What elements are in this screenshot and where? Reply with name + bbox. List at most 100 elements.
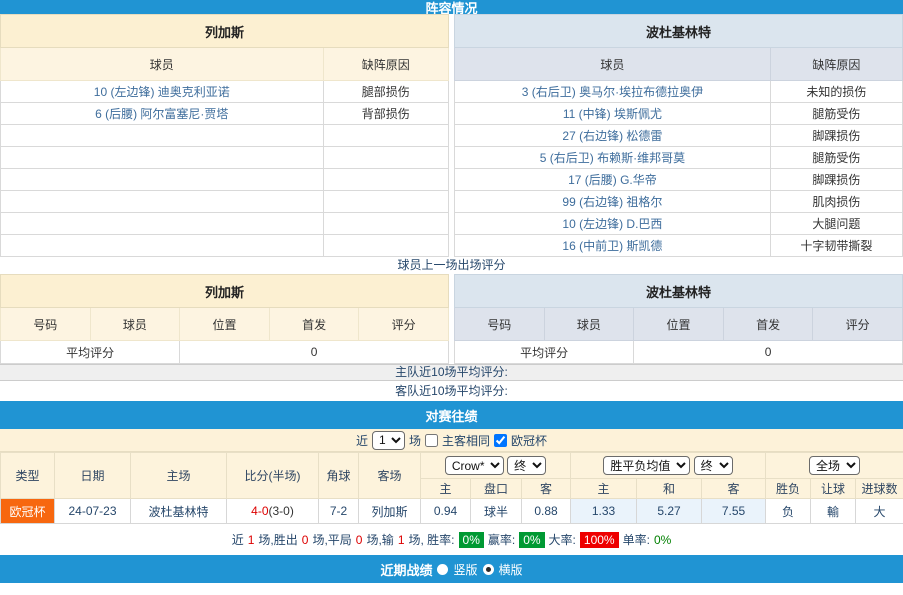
- col-ah-home: 主: [421, 479, 471, 499]
- col-home: 主场: [131, 453, 227, 499]
- table-row: 平均评分 0: [455, 341, 903, 364]
- table-row: 10 (左边锋) 迪奥克利亚诺 腿部损伤: [1, 81, 449, 103]
- col-result-wdl: 胜负: [766, 479, 811, 499]
- cup-label[interactable]: 欧冠杯: [511, 432, 547, 449]
- rounds-unit-label: 场: [409, 432, 421, 449]
- reason-cell: 肌肉损伤: [770, 191, 902, 213]
- horizontal-label[interactable]: 横版: [499, 561, 523, 578]
- reason-cell: 脚踝损伤: [770, 169, 902, 191]
- half-score: (3-0): [269, 504, 294, 518]
- summary-text: 场,输: [366, 531, 393, 548]
- col-number: 号码: [455, 308, 545, 341]
- result-ou: 大: [856, 499, 903, 524]
- reason-cell: [323, 213, 448, 235]
- ratings-tables: 列加斯 号码 球员 位置 首发 评分 平均评分 0 波杜基林特 号码 球员 位置…: [0, 274, 903, 364]
- reason-cell: 腿部损伤: [323, 81, 448, 103]
- player-link[interactable]: 17 (后腰) G.华帝: [568, 173, 657, 187]
- summary-text: 赢率:: [488, 531, 515, 548]
- col-away: 客场: [359, 453, 421, 499]
- ah-final-select[interactable]: 终: [507, 456, 546, 475]
- col-rating: 评分: [813, 308, 903, 341]
- same-venue-label[interactable]: 主客相同: [442, 432, 490, 449]
- home-team-name: 列加斯: [1, 15, 449, 48]
- table-row: [1, 213, 449, 235]
- match-score: 4-0(3-0): [227, 499, 319, 524]
- h2h-title: 对赛往绩: [425, 406, 477, 425]
- summary-text: 场,胜出: [258, 531, 297, 548]
- col-position: 位置: [634, 308, 724, 341]
- col-number: 号码: [1, 308, 91, 341]
- player-link[interactable]: 3 (右后卫) 奥马尔·埃拉布德拉奥伊: [522, 85, 703, 99]
- wdl-avg-select[interactable]: 胜平负均值: [603, 456, 690, 475]
- reason-cell: [323, 191, 448, 213]
- lineup-title: 阵容情况: [425, 0, 477, 14]
- summary-count: 1: [398, 533, 405, 547]
- avg-rating-value: 0: [634, 341, 903, 364]
- reason-cell: 十字韧带撕裂: [770, 235, 902, 257]
- wdl-draw-odds: 5.27: [637, 499, 702, 524]
- match-corners: 7-2: [319, 499, 359, 524]
- player-link[interactable]: 6 (后腰) 阿尔富塞尼·贾塔: [95, 107, 228, 121]
- player-link[interactable]: 16 (中前卫) 斯凯德: [562, 239, 662, 253]
- rounds-select[interactable]: 1: [372, 431, 405, 450]
- table-row: 16 (中前卫) 斯凯德 十字韧带撕裂: [455, 235, 903, 257]
- ah-win-rate-badge: 0%: [519, 532, 544, 548]
- h2h-row: 欧冠杯 24-07-23 波杜基林特 4-0(3-0) 7-2 列加斯 0.94…: [1, 499, 903, 524]
- lineup-table-home: 列加斯 球员 缺阵原因 10 (左边锋) 迪奥克利亚诺腿部损伤 6 (后腰) 阿…: [0, 14, 449, 257]
- wdl-home-odds: 1.33: [571, 499, 637, 524]
- player-link[interactable]: 99 (右边锋) 祖格尔: [562, 195, 662, 209]
- match-away-team: 列加斯: [359, 499, 421, 524]
- over-rate-badge: 100%: [580, 532, 619, 548]
- col-position: 位置: [180, 308, 270, 341]
- col-player: 球员: [544, 308, 634, 341]
- avg-rating-label: 平均评分: [1, 341, 180, 364]
- lineup-section-header: 阵容情况: [0, 0, 903, 14]
- col-ah-line: 盘口: [471, 479, 522, 499]
- same-venue-checkbox[interactable]: [425, 434, 438, 447]
- table-row: [1, 147, 449, 169]
- col-starter: 首发: [269, 308, 359, 341]
- away-avg-note: 客队近10场平均评分:: [0, 381, 903, 401]
- away-team-name: 波杜基林特: [455, 15, 903, 48]
- player-link[interactable]: 5 (右后卫) 布赖斯·维邦哥莫: [540, 151, 685, 165]
- horizontal-radio[interactable]: [483, 564, 494, 575]
- player-link[interactable]: 10 (左边锋) D.巴西: [562, 217, 662, 231]
- table-row: [1, 125, 449, 147]
- summary-text: 单率:: [623, 531, 650, 548]
- match-type-badge: 欧冠杯: [1, 499, 55, 524]
- player-link[interactable]: 10 (左边锋) 迪奥克利亚诺: [94, 85, 230, 99]
- h2h-summary: 近 1 场,胜出 0 场,平局 0 场,输 1 场, 胜率: 0% 赢率: 0%…: [0, 524, 903, 555]
- summary-text: 场, 胜率:: [409, 531, 455, 548]
- reason-cell: 背部损伤: [323, 103, 448, 125]
- ah-away-odds: 0.88: [522, 499, 571, 524]
- col-score: 比分(半场): [227, 453, 319, 499]
- ratings-table-away: 波杜基林特 号码 球员 位置 首发 评分 平均评分 0: [454, 274, 903, 364]
- col-starter: 首发: [723, 308, 813, 341]
- player-link[interactable]: 11 (中锋) 埃斯佩尤: [563, 107, 662, 121]
- wdl-away-odds: 7.55: [702, 499, 766, 524]
- col-reason: 缺阵原因: [770, 48, 902, 81]
- player-link[interactable]: 27 (右边锋) 松德雷: [562, 129, 662, 143]
- scope-select[interactable]: 全场: [809, 456, 860, 475]
- reason-cell: [323, 125, 448, 147]
- col-player: 球员: [455, 48, 771, 81]
- h2h-table: 类型 日期 主场 比分(半场) 角球 客场 Crow* 终 胜平负均值 终 全场…: [0, 452, 903, 524]
- avg-rating-label: 平均评分: [455, 341, 634, 364]
- col-corner: 角球: [319, 453, 359, 499]
- result-ah: 輸: [811, 499, 856, 524]
- vertical-radio[interactable]: [437, 564, 448, 575]
- table-row: 平均评分 0: [1, 341, 449, 364]
- col-wdl-away: 客: [702, 479, 766, 499]
- ratings-table-home: 列加斯 号码 球员 位置 首发 评分 平均评分 0: [0, 274, 449, 364]
- table-row: 27 (右边锋) 松德雷脚踝损伤: [455, 125, 903, 147]
- win-rate-badge: 0%: [459, 532, 484, 548]
- bookmaker-select[interactable]: Crow*: [445, 456, 504, 475]
- cup-checkbox[interactable]: [494, 434, 507, 447]
- match-date: 24-07-23: [55, 499, 131, 524]
- h2h-section-header: 对赛往绩: [0, 401, 903, 429]
- wdl-final-select[interactable]: 终: [694, 456, 733, 475]
- home-avg-note: 主队近10场平均评分:: [0, 364, 903, 381]
- lineup-table-away: 波杜基林特 球员 缺阵原因 3 (右后卫) 奥马尔·埃拉布德拉奥伊未知的损伤 1…: [454, 14, 903, 257]
- summary-text: 大率:: [549, 531, 576, 548]
- vertical-label[interactable]: 竖版: [453, 561, 477, 578]
